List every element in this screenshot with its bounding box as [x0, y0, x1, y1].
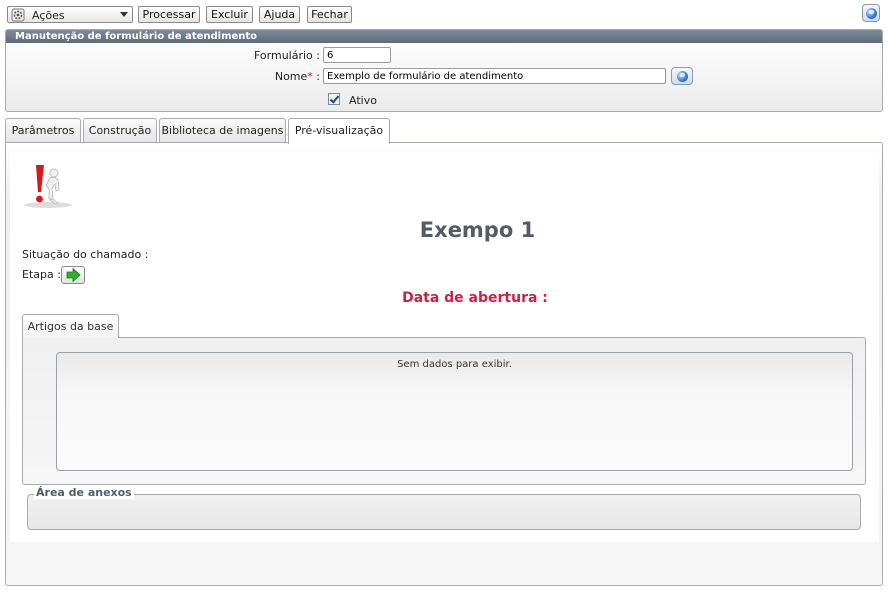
alert-figure-icon	[24, 165, 72, 208]
globe-icon[interactable]	[862, 4, 880, 22]
attachments-legend: Área de anexos	[34, 486, 134, 499]
form-id-input[interactable]	[323, 47, 391, 63]
arrow-right-icon	[66, 267, 81, 283]
name-input[interactable]	[323, 68, 666, 84]
name-label: Nome* :	[274, 70, 320, 83]
grid-empty-message: Sem dados para exibir.	[397, 359, 512, 370]
process-button[interactable]: Processar	[138, 6, 200, 23]
actions-select-value: Ações	[32, 9, 65, 22]
form-id-label: Formulário :	[254, 49, 320, 62]
opening-date-label: Data de abertura :	[402, 290, 548, 306]
tab-pre-visualizacao[interactable]: Pré-visualização	[288, 118, 390, 144]
translate-globe-icon[interactable]	[671, 67, 693, 85]
gear-icon	[11, 8, 25, 22]
attachments-fieldset	[27, 494, 861, 530]
active-checkbox[interactable]	[328, 93, 340, 105]
toolbar: Ações Processar Excluir Ajuda Fechar	[0, 0, 890, 28]
tab-parametros[interactable]: Parâmetros	[5, 118, 81, 143]
articles-grid: Sem dados para exibir.	[56, 352, 853, 471]
actions-select[interactable]: Ações	[7, 6, 133, 23]
close-button[interactable]: Fechar	[307, 6, 352, 23]
step-label: Etapa :	[22, 268, 61, 281]
active-label: Ativo	[349, 94, 377, 107]
tab-biblioteca-imagens[interactable]: Biblioteca de imagens	[159, 118, 286, 143]
step-next-button[interactable]	[61, 266, 85, 284]
tab-artigos-da-base[interactable]: Artigos da base	[22, 314, 119, 338]
panel-title: Manutenção de formulário de atendimento	[6, 30, 882, 43]
delete-button[interactable]: Excluir	[206, 6, 253, 23]
tab-construcao[interactable]: Construção	[83, 118, 157, 143]
status-label: Situação do chamado :	[22, 248, 149, 261]
preview-form-title: Exempo 1	[419, 218, 536, 242]
chevron-down-icon	[120, 12, 128, 17]
help-button[interactable]: Ajuda	[259, 6, 300, 23]
